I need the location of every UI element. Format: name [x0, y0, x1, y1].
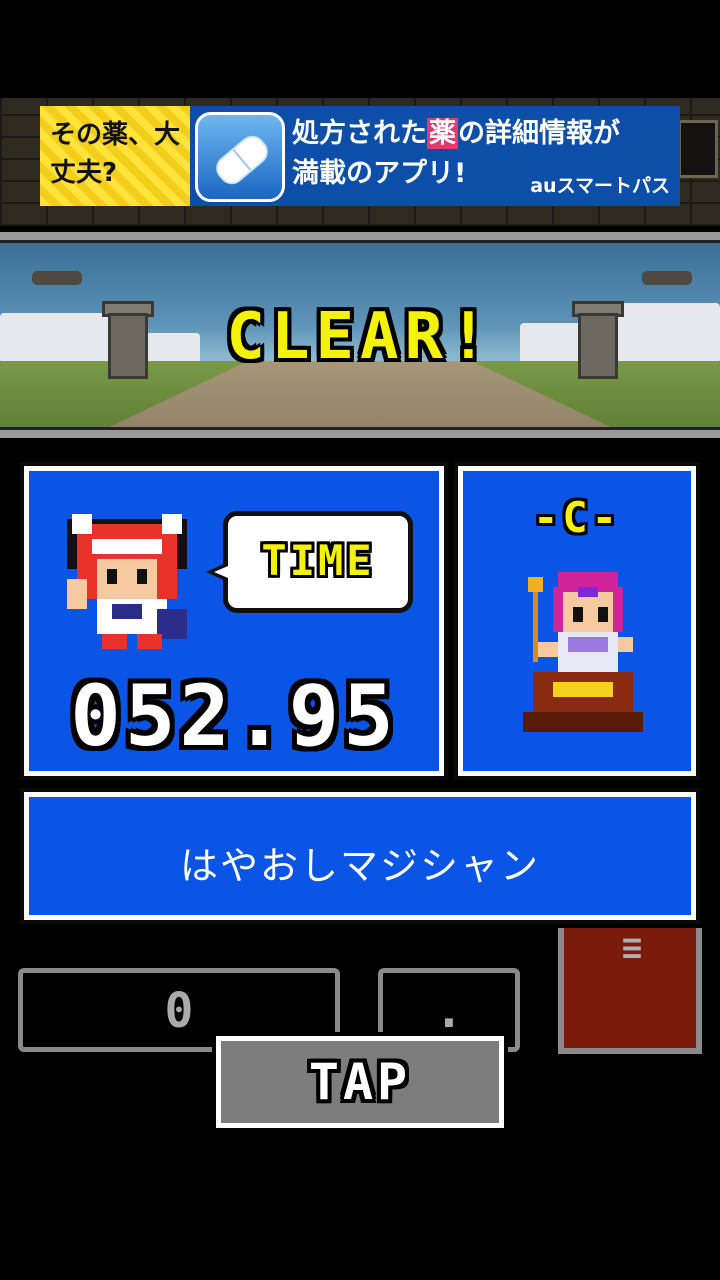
ad-brand: auスマートパス	[530, 175, 670, 197]
title-panel: はやおしマジシャン	[24, 792, 696, 920]
tap-label: TAP	[308, 1053, 412, 1111]
time-value: 052.95	[70, 667, 398, 765]
pill-icon	[195, 112, 285, 202]
ad-left-section: その薬、大丈夫?	[40, 106, 190, 206]
ad-left-text: その薬、大丈夫?	[50, 120, 181, 188]
rank-label: -C-	[533, 493, 621, 542]
menu-icon: ≡	[621, 928, 643, 968]
ad-banner[interactable]: その薬、大丈夫? 処方された薬の詳細情報が 満載のアプリ! auスマートパス	[40, 106, 680, 206]
left-display-value: 0	[164, 983, 194, 1039]
time-label: TIME	[261, 536, 375, 585]
time-panel: TIME 052.95	[24, 466, 444, 776]
tap-button[interactable]: TAP	[216, 1036, 504, 1128]
rank-panel: -C-	[458, 466, 696, 776]
wall-window	[678, 120, 718, 178]
magician-sprite	[523, 572, 643, 732]
mid-display-value: .	[434, 983, 464, 1039]
speech-bubble: TIME	[206, 511, 413, 613]
menu-button[interactable]: ≡	[558, 928, 702, 1054]
hero-sprite	[67, 514, 187, 649]
earned-title: はやおしマジシャン	[179, 844, 540, 888]
clear-title: CLEAR!	[226, 300, 494, 374]
